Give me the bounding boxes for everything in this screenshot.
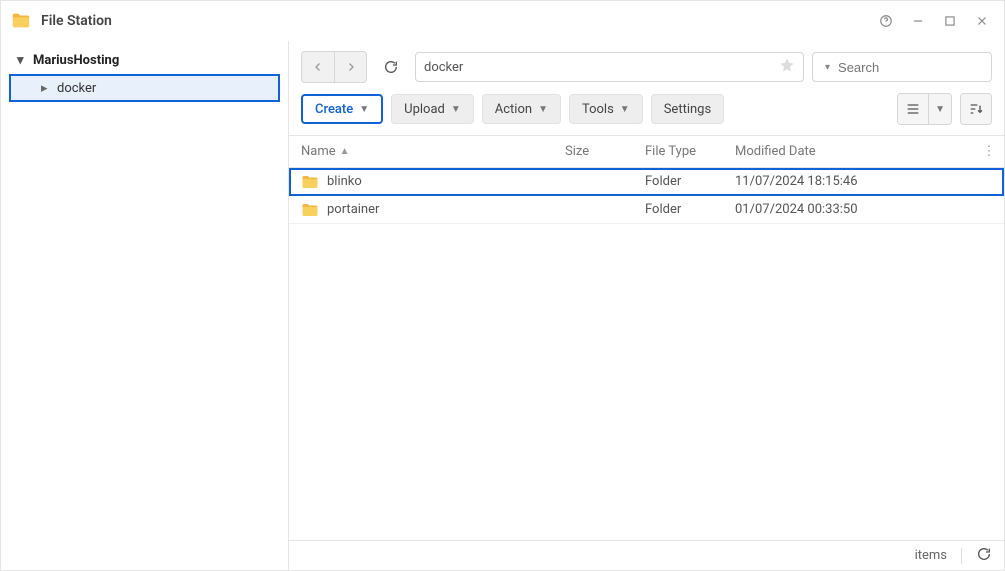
create-label: Create [315, 102, 353, 117]
upload-label: Upload [404, 102, 445, 117]
action-label: Action [495, 102, 532, 117]
path-input[interactable]: docker [415, 52, 804, 82]
upload-button[interactable]: Upload ▼ [391, 94, 474, 124]
minimize-button[interactable] [904, 7, 932, 35]
col-header-type[interactable]: File Type [645, 144, 735, 159]
col-header-modified[interactable]: Modified Date [735, 144, 974, 159]
app-icon [9, 9, 33, 33]
chevron-down-icon: ▼ [359, 104, 369, 115]
folder-icon [301, 202, 319, 218]
app-window: File Station ▾ MariusHosting ▸ docker [0, 0, 1005, 571]
caret-down-icon: ▾ [17, 53, 29, 68]
tree-root[interactable]: ▾ MariusHosting [1, 49, 288, 72]
titlebar: File Station [1, 1, 1004, 41]
search-field[interactable] [836, 59, 1005, 76]
cell-modified: 11/07/2024 18:15:46 [735, 174, 974, 189]
toolbar: Create ▼ Upload ▼ Action ▼ Tools ▼ Setti… [289, 93, 1004, 125]
path-row: docker ▾ [289, 51, 1004, 83]
tree-item-label: docker [57, 81, 96, 96]
view-mode-group: ▼ [897, 93, 952, 125]
app-title: File Station [41, 13, 112, 29]
sidebar: ▾ MariusHosting ▸ docker [1, 41, 289, 570]
tree-item-docker[interactable]: ▸ docker [9, 74, 280, 102]
close-button[interactable] [968, 7, 996, 35]
tree-root-label: MariusHosting [33, 53, 119, 68]
tools-button[interactable]: Tools ▼ [569, 94, 643, 124]
reload-button[interactable] [375, 52, 407, 82]
col-header-name[interactable]: Name ▲ [289, 144, 565, 159]
path-text: docker [424, 60, 463, 75]
action-button[interactable]: Action ▼ [482, 94, 561, 124]
favorite-icon[interactable] [779, 57, 795, 77]
col-header-more[interactable]: ⋮ [974, 144, 1004, 159]
cell-name: blinko [327, 174, 362, 189]
chevron-down-icon: ▼ [620, 104, 630, 115]
tools-label: Tools [582, 102, 614, 117]
caret-right-icon: ▸ [41, 81, 53, 96]
sort-button-group [960, 93, 992, 125]
status-items-label: items [915, 548, 947, 563]
nav-forward-button[interactable] [334, 52, 366, 82]
settings-label: Settings [664, 102, 711, 117]
view-mode-menu[interactable]: ▼ [928, 94, 951, 124]
maximize-button[interactable] [936, 7, 964, 35]
nav-back-button[interactable] [302, 52, 334, 82]
cell-type: Folder [645, 202, 735, 217]
table-row[interactable]: portainer Folder 01/07/2024 00:33:50 [289, 196, 1004, 224]
search-input[interactable]: ▾ [812, 52, 992, 82]
create-button[interactable]: Create ▼ [301, 94, 383, 124]
cell-name: portainer [327, 202, 379, 217]
col-header-size[interactable]: Size [565, 144, 645, 159]
chevron-down-icon: ▼ [538, 104, 548, 115]
chevron-down-icon: ▼ [451, 104, 461, 115]
folder-icon [301, 174, 319, 190]
nav-group [301, 51, 367, 83]
main-panel: docker ▾ Create ▼ Upload [289, 41, 1004, 570]
file-table: Name ▲ Size File Type Modified Date ⋮ bl… [289, 135, 1004, 540]
cell-modified: 01/07/2024 00:33:50 [735, 202, 974, 217]
cell-type: Folder [645, 174, 735, 189]
sort-asc-icon: ▲ [340, 146, 350, 157]
sort-button[interactable] [961, 94, 991, 124]
status-reload-button[interactable] [976, 546, 992, 566]
search-menu-caret-icon[interactable]: ▾ [825, 62, 830, 73]
table-header: Name ▲ Size File Type Modified Date ⋮ [289, 136, 1004, 168]
help-button[interactable] [872, 7, 900, 35]
settings-button[interactable]: Settings [651, 94, 724, 124]
table-row[interactable]: blinko Folder 11/07/2024 18:15:46 [289, 168, 1004, 196]
divider [961, 548, 962, 564]
view-list-button[interactable] [898, 94, 928, 124]
statusbar: items [289, 540, 1004, 570]
